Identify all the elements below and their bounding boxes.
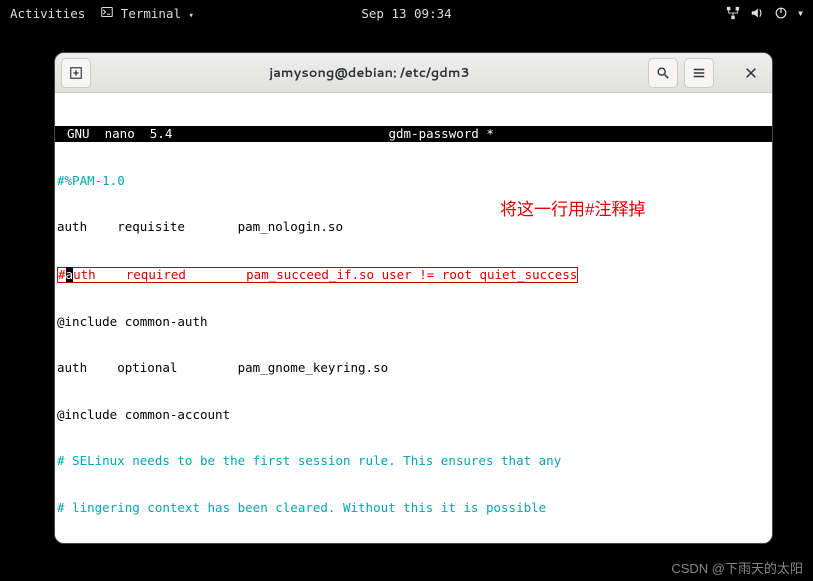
- menu-button[interactable]: [684, 58, 714, 88]
- window-titlebar: jamysong@debian: /etc/gdm3: [55, 53, 772, 93]
- close-icon: [744, 66, 758, 80]
- editor-line: auth requisite pam_nologin.so: [55, 219, 772, 235]
- nano-header: GNU nano 5.4gdm-password *: [55, 126, 772, 142]
- editor-line-highlighted: #auth required pam_succeed_if.so user !=…: [55, 266, 772, 283]
- new-tab-button[interactable]: [61, 58, 91, 88]
- app-menu[interactable]: Terminal: [101, 6, 194, 21]
- annotation-text: 将这一行用#注释掉: [500, 195, 645, 220]
- search-button[interactable]: [648, 58, 678, 88]
- terminal-content[interactable]: GNU nano 5.4gdm-password * #%PAM-1.0 aut…: [55, 93, 772, 543]
- window-title: jamysong@debian: /etc/gdm3: [97, 64, 642, 82]
- editor-line: auth optional pam_gnome_keyring.so: [55, 360, 772, 376]
- editor-line: @include common-auth: [55, 314, 772, 330]
- close-button[interactable]: [736, 58, 766, 88]
- editor-line: @include common-account: [55, 407, 772, 423]
- system-tray[interactable]: ▼: [726, 6, 803, 20]
- terminal-icon: [101, 6, 113, 18]
- editor-line: #%PAM-1.0: [55, 173, 772, 189]
- editor-line: # lingering context has been cleared. Wi…: [55, 500, 772, 516]
- editor-line: # SELinux needs to be the first session …: [55, 453, 772, 469]
- gnome-topbar: Activities Terminal Sep 13 09:34 ▼: [0, 0, 813, 26]
- terminal-window: jamysong@debian: /etc/gdm3 GNU nano 5.4g…: [54, 52, 773, 544]
- network-icon: [726, 6, 740, 20]
- activities-button[interactable]: Activities: [10, 6, 85, 21]
- search-icon: [656, 66, 670, 80]
- volume-icon: [750, 6, 764, 20]
- power-icon: [774, 6, 788, 20]
- hamburger-icon: [692, 66, 706, 80]
- clock[interactable]: Sep 13 09:34: [361, 6, 451, 21]
- watermark: CSDN @下雨天的太阳: [671, 558, 803, 577]
